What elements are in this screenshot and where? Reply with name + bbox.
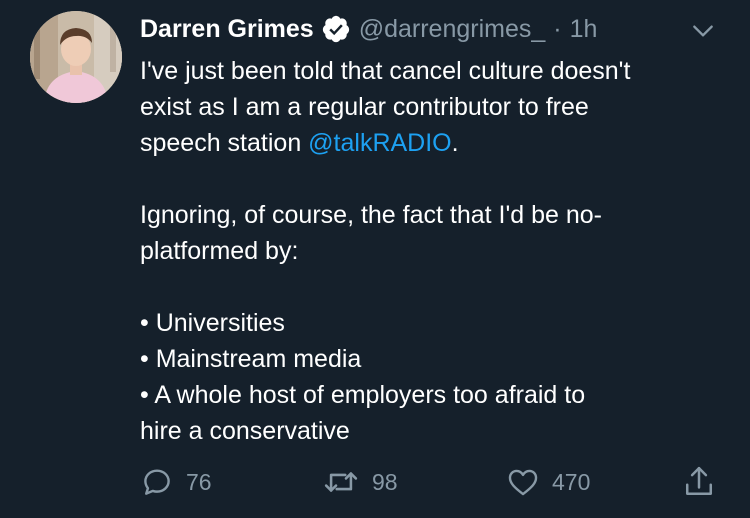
- share-button[interactable]: [682, 462, 716, 502]
- like-count: 470: [552, 468, 591, 495]
- author-handle[interactable]: @darrengrimes_: [359, 15, 546, 44]
- retweet-count: 98: [372, 468, 398, 495]
- tweet-actions: 76 98 470: [0, 462, 750, 502]
- verified-badge-icon: [322, 15, 349, 43]
- reply-count: 76: [186, 468, 212, 495]
- tweet-text: I've just been told that cancel culture …: [140, 53, 740, 449]
- bullet-item-continuation: hire a conservative: [140, 417, 350, 445]
- retweet-icon: [324, 472, 358, 492]
- tweet-line: Ignoring, of course, the fact that I'd b…: [140, 201, 602, 229]
- heart-icon: [508, 469, 538, 496]
- like-button[interactable]: 470: [506, 462, 590, 502]
- header-separator: ·: [553, 14, 562, 43]
- bullet-item: • A whole host of employers too afraid t…: [140, 381, 586, 409]
- share-icon: [685, 466, 713, 496]
- mention-link[interactable]: @talkRADIO: [308, 129, 451, 157]
- avatar-photo: [30, 11, 122, 103]
- tweet-timestamp[interactable]: 1h: [570, 15, 598, 44]
- tweet-line: platformed by:: [140, 237, 299, 265]
- tweet-text-segment: .: [451, 129, 459, 157]
- chevron-down-icon[interactable]: [690, 18, 716, 44]
- retweet-button[interactable]: 98: [322, 462, 398, 502]
- tweet-header: Darren Grimes @darrengrimes_ · 1h: [140, 12, 597, 46]
- tweet-line: exist as I am a regular contributor to f…: [140, 93, 589, 121]
- tweet-text-segment: speech station: [140, 129, 309, 157]
- author-name[interactable]: Darren Grimes: [140, 15, 314, 44]
- author-avatar[interactable]: [30, 11, 122, 103]
- bullet-item: • Mainstream media: [140, 345, 362, 373]
- tweet-line: speech station @talkRADIO.: [140, 125, 740, 161]
- reply-bubble-icon: [144, 469, 170, 495]
- tweet-card[interactable]: Darren Grimes @darrengrimes_ · 1h I've j…: [0, 0, 750, 518]
- tweet-line: I've just been told that cancel culture …: [140, 57, 631, 85]
- bullet-item: • Universities: [140, 309, 285, 337]
- reply-button[interactable]: 76: [140, 462, 212, 502]
